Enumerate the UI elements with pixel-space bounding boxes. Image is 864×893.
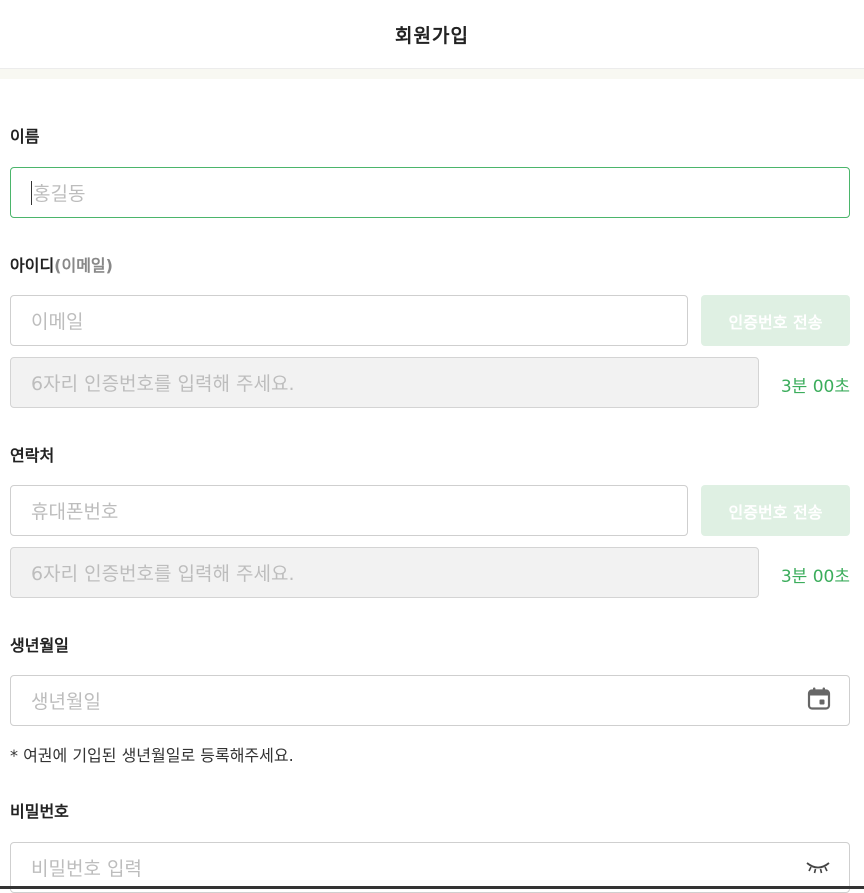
email-input[interactable]: 이메일	[10, 295, 688, 346]
id-label-sub: (이메일)	[54, 256, 113, 275]
header-divider	[0, 69, 864, 79]
birth-label: 생년월일	[10, 636, 69, 655]
email-code-placeholder: 6자리 인증번호를 입력해 주세요.	[31, 373, 295, 395]
id-label: 아이디(이메일)	[10, 252, 113, 276]
phone-input-placeholder: 휴대폰번호	[31, 501, 119, 523]
viewport-bottom-edge	[0, 886, 864, 889]
name-input-placeholder: 홍길동	[33, 183, 86, 205]
name-input[interactable]: 홍길동	[10, 167, 850, 218]
page-header: 회원가입	[0, 0, 864, 69]
eye-closed-icon[interactable]	[805, 857, 831, 879]
birth-note: * 여권에 기입된 생년월일로 등록해주세요.	[10, 746, 294, 765]
phone-code-placeholder: 6자리 인증번호를 입력해 주세요.	[31, 563, 295, 585]
email-code-input[interactable]: 6자리 인증번호를 입력해 주세요.	[10, 357, 759, 408]
phone-input[interactable]: 휴대폰번호	[10, 485, 688, 536]
birth-input[interactable]: 생년월일	[10, 675, 850, 726]
birth-input-placeholder: 생년월일	[31, 691, 101, 713]
id-label-main: 아이디	[10, 256, 55, 275]
page-title: 회원가입	[395, 24, 469, 47]
phone-send-code-button[interactable]: 인증번호 전송	[701, 485, 850, 536]
contact-label: 연락처	[10, 446, 55, 465]
password-label: 비밀번호	[10, 802, 69, 821]
calendar-icon[interactable]	[807, 686, 831, 715]
phone-code-input[interactable]: 6자리 인증번호를 입력해 주세요.	[10, 547, 759, 598]
name-label: 이름	[10, 127, 40, 146]
password-input-placeholder: 비밀번호 입력	[31, 858, 142, 880]
phone-code-timer: 3분 00초	[780, 567, 850, 587]
text-caret	[31, 180, 32, 205]
email-input-placeholder: 이메일	[31, 311, 84, 333]
email-code-timer: 3분 00초	[780, 377, 850, 397]
email-send-code-button[interactable]: 인증번호 전송	[701, 295, 850, 346]
